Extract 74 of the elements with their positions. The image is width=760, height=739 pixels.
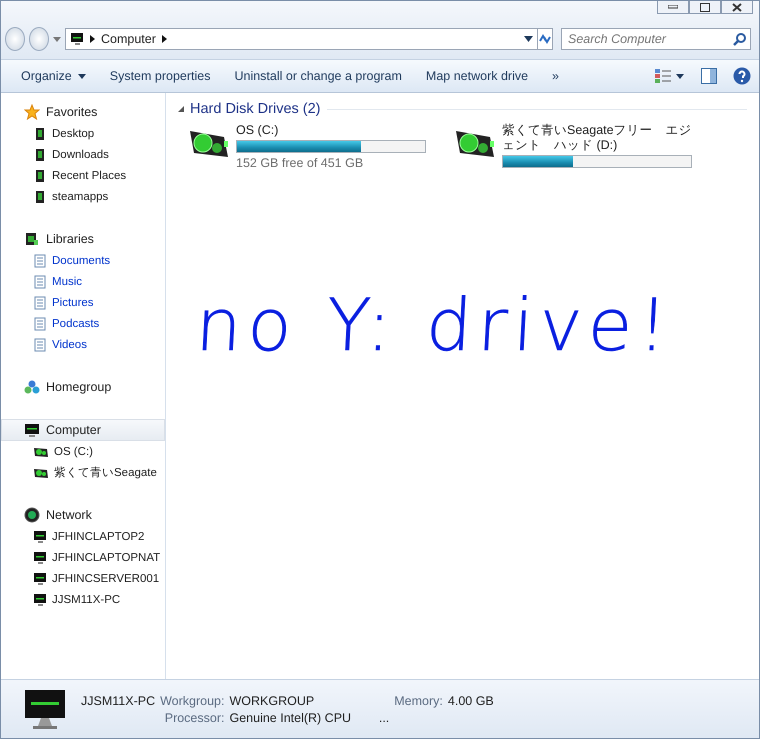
field-value: 4.00 GB [448,694,494,708]
toolbar-button[interactable]: » [540,65,571,87]
sidebar-item[interactable]: Desktop [1,123,165,144]
sidebar-item[interactable]: Homegroup [1,376,165,398]
star-icon [24,104,40,120]
sidebar-item[interactable]: JFHINCSERVER001 [1,568,165,589]
drive-name[interactable]: 紫くて青いSeagateフリー エジェント ハッド (D:) [502,123,702,153]
sidebar-item[interactable]: OS (C:) [1,441,165,462]
sidebar-item[interactable]: 紫くて青いSeagate [1,462,165,483]
close-button[interactable] [721,1,753,14]
handwritten-note: no Y: drive! [194,283,676,367]
sidebar-item[interactable]: Recent Places [1,165,165,186]
document-icon [33,296,47,310]
document-icon [33,254,47,268]
document-icon [33,274,47,288]
sidebar-item[interactable]: steamapps [1,186,165,207]
computer-name: JJSM11X-PC [81,694,156,708]
close-icon[interactable] [732,2,742,12]
computer-icon [70,32,84,46]
sidebar-item[interactable]: Network [1,504,165,526]
sidebar-item[interactable]: Favorites [1,101,165,123]
collapse-arrow-icon[interactable] [178,106,184,112]
sidebar-item[interactable]: JFHINCLAPTOP2 [1,526,165,547]
hard-drive-icon [33,446,49,458]
computer-icon [33,550,47,564]
sidebar-item[interactable]: Libraries [1,228,165,250]
breadcrumb-arrow-icon[interactable] [90,35,95,43]
globe-icon [24,507,40,523]
toolbar-button[interactable]: System properties [98,65,222,87]
free-space-text: 152 GB free of 451 GB [236,156,364,170]
sidebar-item[interactable]: Computer [1,419,165,441]
section-header[interactable]: Hard Disk Drives (2) [190,101,321,117]
minimize-icon[interactable] [668,5,678,9]
sidebar-item[interactable]: JJSM11X-PC [1,589,165,610]
field-label: Processor: [164,710,224,724]
field-label: Workgroup: [160,694,224,708]
maximize-icon[interactable] [700,2,710,12]
computer-icon [24,422,40,438]
sidebar-item[interactable]: JFHINCLAPTOPNAT [1,547,165,568]
toolbar-button[interactable]: Map network drive [414,65,540,87]
sidebar-item[interactable]: Pictures [1,292,165,313]
computer-icon [33,572,47,586]
document-icon [33,338,47,352]
breadcrumb-arrow-icon[interactable] [162,35,167,43]
hard-drive-icon [33,466,49,478]
breadcrumb[interactable]: Computer [101,32,156,46]
computer-icon [33,530,47,544]
toolbar-button[interactable]: Uninstall or change a program [222,65,414,87]
view-options-icon[interactable] [655,68,685,84]
computer-icon [23,688,67,730]
computer-icon [33,592,47,606]
search-field[interactable]: Search Computer [566,31,733,47]
dropdown-arrow-icon[interactable] [524,36,533,42]
search-box[interactable]: Search Computer [561,28,751,50]
field-value: Genuine Intel(R) CPU ... [229,710,390,724]
address-bar[interactable]: Computer [65,28,538,50]
field-label: Memory: [394,694,443,708]
preview-pane-icon[interactable] [701,68,717,84]
maximize-button[interactable] [689,1,721,14]
search-icon[interactable] [733,32,746,46]
help-icon[interactable] [733,67,751,85]
toolbar-button[interactable]: Organize [9,65,98,87]
drive-name[interactable]: OS (C:) [236,123,426,138]
sidebar-item[interactable]: Documents [1,250,165,271]
refresh-button[interactable] [537,28,553,50]
caret-icon[interactable] [78,74,86,78]
minimize-button[interactable] [657,1,689,14]
field-value: WORKGROUP [229,694,316,708]
document-icon [33,316,47,330]
sidebar-item[interactable]: Podcasts [1,313,165,334]
sidebar-item[interactable]: Videos [1,334,165,355]
sidebar-item[interactable]: Music [1,271,165,292]
homegroup-icon [24,379,40,395]
sidebar-item[interactable]: Downloads [1,144,165,165]
